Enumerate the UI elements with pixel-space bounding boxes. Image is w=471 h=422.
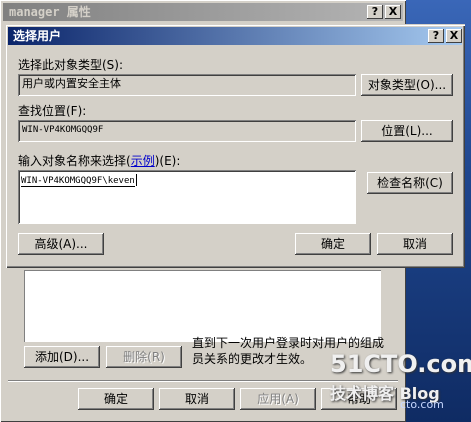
properties-close-button[interactable]: X: [385, 5, 401, 19]
member-list[interactable]: [24, 270, 381, 342]
location-label: 查找位置(F):: [18, 104, 87, 118]
select-users-dialog: 选择用户 ? X 选择此对象类型(S): 用户或内置安全主体 对象类型(O)..…: [5, 24, 465, 268]
properties-cancel-button[interactable]: 取消: [159, 388, 235, 410]
properties-apply-button[interactable]: 应用(A): [240, 388, 316, 410]
dialog-title: 选择用户: [13, 29, 62, 43]
properties-ok-button[interactable]: 确定: [78, 388, 154, 410]
dialog-ok-button[interactable]: 确定: [295, 233, 371, 255]
properties-title: manager 属性: [9, 5, 91, 19]
dialog-cancel-button[interactable]: 取消: [377, 233, 453, 255]
add-button[interactable]: 添加(D)...: [24, 346, 100, 368]
text-caret: [135, 174, 137, 186]
properties-title-bar: manager 属性 ? X: [3, 3, 403, 21]
dialog-title-bar: 选择用户 ? X: [8, 27, 462, 45]
properties-help-button[interactable]: ?: [367, 5, 383, 19]
object-type-label: 选择此对象类型(S):: [18, 58, 124, 72]
dialog-close-button[interactable]: X: [446, 29, 462, 43]
object-types-button[interactable]: 对象类型(O)...: [361, 74, 453, 96]
locations-button[interactable]: 位置(L)...: [361, 120, 453, 142]
check-names-button[interactable]: 检查名称(C): [367, 172, 453, 194]
object-type-field: 用户或内置安全主体: [18, 74, 356, 96]
location-field: WIN-VP4KOMGQQ9F: [18, 120, 356, 142]
remove-button[interactable]: 删除(R): [106, 346, 182, 368]
watermark-url: cto.com: [400, 398, 444, 411]
advanced-button[interactable]: 高级(A)...: [18, 233, 104, 255]
names-label-suffix: )(E):: [154, 154, 181, 168]
names-label: 输入对象名称来选择(示例)(E):: [18, 152, 180, 169]
examples-link[interactable]: 示例: [131, 154, 155, 168]
dialog-help-button[interactable]: ?: [428, 29, 444, 43]
object-names-value: WIN-VP4KOMGQQ9F\keven: [21, 175, 135, 187]
watermark-site: 51CTO.com: [330, 350, 471, 378]
names-label-prefix: 输入对象名称来选择(: [18, 154, 131, 168]
watermark-blog-label: 技术博客: [330, 384, 395, 403]
object-names-input[interactable]: WIN-VP4KOMGQQ9F\keven: [18, 170, 356, 224]
